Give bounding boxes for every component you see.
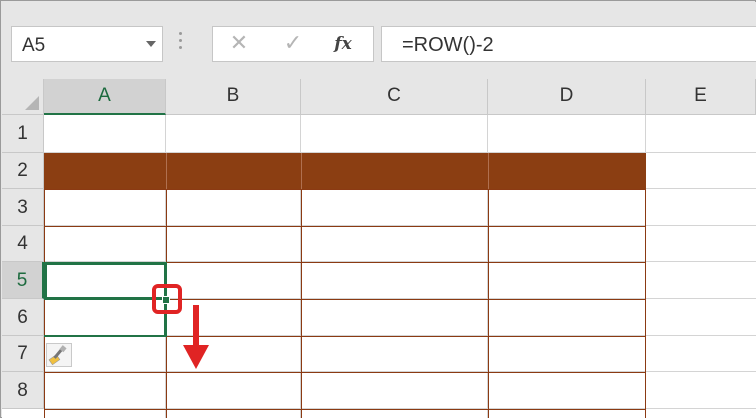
row-header-1[interactable]: 1 [2, 115, 44, 153]
cell-no [44, 299, 166, 336]
cell-no [44, 189, 166, 226]
excel-window: A5 ✕ ✓ fx =ROW()-2 ABCDE 12345678 [0, 0, 756, 418]
row-header-2[interactable]: 2 [2, 153, 44, 189]
fill-range-border [44, 335, 167, 337]
table-header-cell [166, 153, 301, 189]
cell-no [44, 226, 166, 262]
table-header-cell [44, 153, 166, 189]
selected-cell-a5[interactable] [44, 262, 167, 300]
down-arrow-head-icon [183, 345, 209, 369]
column-header-a[interactable]: A [44, 79, 166, 115]
table-border-v [488, 189, 489, 418]
cell-rep [493, 372, 643, 409]
insert-function-icon[interactable]: fx [330, 31, 356, 57]
cell-rep [493, 299, 643, 336]
cell-name [306, 336, 486, 372]
cell-rep [493, 336, 643, 372]
formula-input[interactable]: =ROW()-2 [381, 26, 756, 62]
table-border-v [44, 189, 45, 418]
row-header-8[interactable]: 8 [2, 372, 44, 409]
cell-name [306, 226, 486, 262]
row-header-3[interactable]: 3 [2, 189, 44, 226]
cell-code [166, 372, 301, 409]
header-divider [166, 153, 167, 189]
header-divider [301, 153, 302, 189]
check-icon[interactable]: ✓ [280, 31, 306, 57]
table-header-cell [488, 153, 646, 189]
cell-rep [493, 189, 643, 226]
cell-name [306, 372, 486, 409]
brush-icon[interactable] [46, 343, 72, 367]
table-border-v [645, 189, 646, 418]
column-header-b[interactable]: B [166, 79, 301, 115]
fill-handle-highlight [152, 284, 182, 314]
cell-no [44, 372, 166, 409]
cell-code [166, 189, 301, 226]
select-all-button[interactable] [2, 79, 44, 115]
cell-code [166, 262, 301, 299]
cell-code [166, 226, 301, 262]
formula-text: =ROW()-2 [402, 34, 494, 56]
row-header-4[interactable]: 4 [2, 226, 44, 262]
column-header-c[interactable]: C [301, 79, 488, 115]
row-header-5[interactable]: 5 [2, 262, 44, 299]
table-border-h [44, 189, 646, 190]
cell-name [306, 189, 486, 226]
cell-code [166, 299, 301, 336]
header-divider [488, 153, 489, 189]
cancel-icon[interactable]: ✕ [226, 31, 252, 57]
cell-rep [493, 262, 643, 299]
table-border-h [44, 226, 646, 227]
name-box-value: A5 [22, 35, 46, 56]
down-arrow-icon [193, 305, 199, 349]
table-border-h [44, 409, 646, 410]
chevron-down-icon[interactable] [146, 41, 156, 47]
name-box[interactable]: A5 [11, 26, 163, 62]
formula-buttons: ✕ ✓ fx [212, 26, 374, 62]
column-header-d[interactable]: D [488, 79, 646, 115]
cell-name [306, 262, 486, 299]
cell-name [306, 299, 486, 336]
select-all-icon [25, 96, 39, 110]
table-border-h [44, 372, 646, 373]
drag-handle-icon[interactable] [179, 32, 183, 56]
table-header-cell [301, 153, 488, 189]
formula-bar: A5 ✕ ✓ fx =ROW()-2 [2, 2, 756, 79]
column-header-e[interactable]: E [646, 79, 756, 115]
cell-rep [493, 226, 643, 262]
row-header-7[interactable]: 7 [2, 336, 44, 372]
worksheet-grid[interactable]: ABCDE 12345678 [2, 79, 756, 418]
row-header-6[interactable]: 6 [2, 299, 44, 336]
table-border-v [301, 189, 302, 418]
